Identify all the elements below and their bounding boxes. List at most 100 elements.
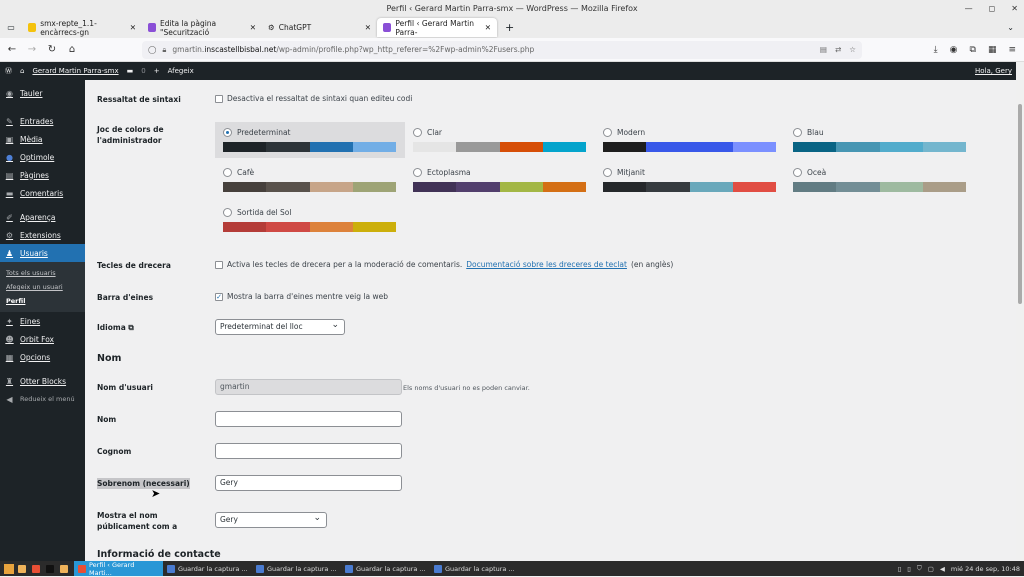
tab-close-icon[interactable]: ✕ (485, 23, 491, 32)
back-button[interactable]: ← (2, 44, 22, 55)
username-label: Nom d'usuari (97, 383, 153, 392)
sidebar-item-tools[interactable]: ✦ Eines (0, 312, 85, 330)
maximize-button[interactable]: ◻ (989, 0, 996, 17)
tab-chatgpt[interactable]: ⚙ ChatGPT ✕ (262, 18, 377, 37)
mouse-cursor-icon: ➤ (151, 487, 161, 500)
sidebar-item-appearance[interactable]: ✐ Aparença (0, 208, 85, 226)
reader-icon[interactable]: ▤ (820, 45, 827, 54)
sidebar-item-posts[interactable]: ✎ Entrades (0, 112, 85, 130)
page-scrollbar[interactable] (1016, 62, 1024, 561)
color-scheme-option[interactable]: Cafè (215, 162, 405, 198)
taskbar-item-firefox[interactable]: Perfil ‹ Gerard Marti... (74, 561, 163, 577)
color-scheme-option[interactable]: Oceà (785, 162, 975, 198)
submenu-add-user[interactable]: Afegeix un usuari (0, 280, 85, 294)
comments-icon[interactable]: ▬ (127, 67, 134, 75)
files-icon[interactable] (18, 564, 26, 573)
shortcuts-doc-link[interactable]: Documentació sobre les dreceres de tecla… (466, 260, 627, 269)
tab-overview-icon[interactable]: ▭ (0, 23, 22, 32)
wordpress-logo-icon[interactable]: Ⓦ (5, 66, 12, 76)
close-window-button[interactable]: ✕ (1011, 0, 1018, 17)
tab-close-icon[interactable]: ✕ (365, 23, 371, 32)
bookmark-star-icon[interactable]: ☆ (849, 45, 856, 54)
taskbar-item-screenshot[interactable]: Guardar la captura ... (341, 561, 430, 576)
apps-icon[interactable]: ▦ (988, 45, 997, 55)
language-select[interactable]: Predeterminat del lloc (215, 318, 345, 335)
add-new-link[interactable]: Afegeix (168, 67, 194, 75)
reload-button[interactable]: ↻ (42, 44, 62, 55)
scheme-radio[interactable] (603, 167, 612, 177)
color-scheme-option[interactable]: Predeterminat (215, 122, 405, 158)
sidebar-item-settings[interactable]: ▦ Opcions (0, 348, 85, 366)
palette-swatch (603, 142, 647, 152)
color-scheme-option[interactable]: Clar (405, 122, 595, 158)
minimize-button[interactable]: — (965, 0, 973, 17)
folder-icon[interactable] (60, 564, 68, 573)
last-name-input[interactable] (215, 443, 402, 459)
syntax-checkbox-row[interactable]: Desactiva el ressaltat de sintaxi quan e… (215, 94, 412, 103)
url-bar[interactable]: ◯ 🔒︎ gmartin.inscastellbisbal.net/wp-admi… (142, 40, 862, 59)
sidebar-item-plugins[interactable]: ⚙ Extensions (0, 226, 85, 244)
clock[interactable]: mié 24 de sep, 10:48 (951, 565, 1020, 573)
username-description: Els noms d'usuari no es poden canviar. (403, 384, 530, 392)
color-scheme-option[interactable]: Mitjanit (595, 162, 785, 198)
menu-icon[interactable]: ≡ (1008, 45, 1016, 55)
taskbar-item-screenshot[interactable]: Guardar la captura ... (430, 561, 519, 576)
tab-close-icon[interactable]: ✕ (250, 23, 256, 32)
collapse-menu-button[interactable]: ◀ Redueix el menú (0, 390, 85, 408)
tab-close-icon[interactable]: ✕ (130, 23, 136, 32)
taskbar-item-screenshot[interactable]: Guardar la captura ... (252, 561, 341, 576)
scheme-radio[interactable] (223, 207, 232, 217)
home-button[interactable]: ⌂ (62, 44, 82, 55)
shield-tray-icon[interactable]: ⛉ (917, 564, 922, 573)
color-scheme-option[interactable]: Ectoplasma (405, 162, 595, 198)
extensions-icon[interactable]: ⧉ (970, 45, 976, 55)
sidebar-item-media[interactable]: ▣ Mèdia (0, 130, 85, 148)
sidebar-item-optimole[interactable]: ● Optimole (0, 148, 85, 166)
account-icon[interactable]: ◉ (950, 45, 958, 55)
first-name-input[interactable] (215, 411, 402, 427)
shortcuts-checkbox[interactable] (215, 260, 223, 269)
battery-icon[interactable]: ▯ (898, 565, 902, 573)
tab-smx-repte[interactable]: smx-repte_1.1-encàrrecs-gn ✕ (22, 18, 142, 37)
sidebar-item-otter-blocks[interactable]: ♜ Otter Blocks (0, 372, 85, 390)
color-scheme-option[interactable]: Modern (595, 122, 785, 158)
scheme-radio[interactable] (413, 167, 422, 177)
sidebar-item-comments[interactable]: ▬ Comentaris (0, 184, 85, 202)
tab-profile[interactable]: Perfil ‹ Gerard Martin Parra- ✕ (377, 18, 497, 37)
color-scheme-option[interactable]: Sortida del Sol (215, 202, 405, 238)
display-name-select[interactable]: Gery (215, 511, 327, 528)
volume-icon[interactable]: ◀ (940, 565, 945, 573)
tab-list-icon[interactable]: ⌄ (1007, 23, 1014, 32)
display-icon[interactable]: ▢ (928, 565, 934, 573)
site-name-link[interactable]: Gerard Martin Parra-smx (32, 67, 118, 75)
sidebar-item-pages[interactable]: ▤ Pàgines (0, 166, 85, 184)
new-tab-button[interactable]: + (505, 21, 514, 34)
sidebar-item-orbit-fox[interactable]: ☻ Orbit Fox (0, 330, 85, 348)
scrollbar-thumb[interactable] (1018, 104, 1022, 304)
clipboard-icon[interactable]: ▯ (907, 565, 911, 573)
nickname-input[interactable]: Gery (215, 475, 402, 491)
downloads-icon[interactable]: ⤓ (934, 45, 938, 55)
scheme-radio[interactable] (223, 127, 232, 137)
howdy-user-link[interactable]: Hola, Gery (975, 67, 1012, 75)
forward-button[interactable]: → (22, 44, 42, 55)
toolbar-checkbox[interactable]: ✓ (215, 292, 223, 301)
sidebar-item-dashboard[interactable]: ◉ Tauler (0, 84, 85, 102)
taskbar-item-screenshot[interactable]: Guardar la captura ... (163, 561, 252, 576)
scheme-radio[interactable] (413, 127, 422, 137)
submenu-all-users[interactable]: Tots els usuaris (0, 266, 85, 280)
terminal-icon[interactable] (46, 564, 54, 573)
syntax-checkbox[interactable] (215, 94, 223, 103)
color-scheme-option[interactable]: Blau (785, 122, 975, 158)
scheme-radio[interactable] (793, 167, 802, 177)
tab-edit-page[interactable]: Edita la pàgina "Securització ✕ (142, 18, 262, 37)
translate-icon[interactable]: ⇄ (835, 45, 841, 54)
scheme-radio[interactable] (223, 167, 232, 177)
sidebar-item-users[interactable]: ♟ Usuaris (0, 244, 85, 262)
scheme-name-row: Predeterminat (223, 126, 397, 138)
scheme-radio[interactable] (793, 127, 802, 137)
start-menu-icon[interactable] (4, 563, 14, 574)
firefox-launcher-icon[interactable] (32, 564, 40, 573)
scheme-radio[interactable] (603, 127, 612, 137)
submenu-profile[interactable]: Perfil (0, 294, 85, 308)
